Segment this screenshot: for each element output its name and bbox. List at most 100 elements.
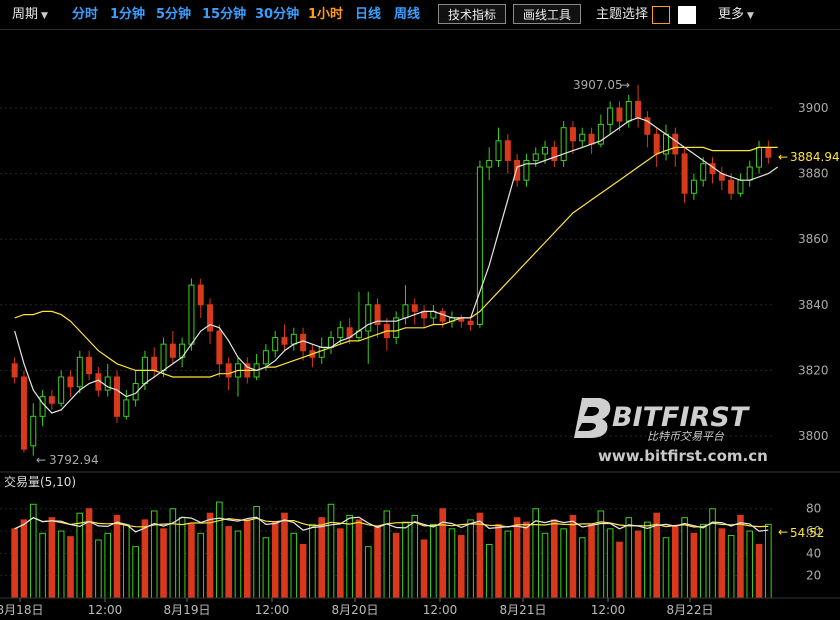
volume-bar-down — [281, 512, 288, 599]
timeframe-weekly[interactable]: 周线 — [394, 7, 420, 23]
chart-toolbar: 周期 ▼ 分时 1分钟 5分钟 15分钟 30分钟 1小时 日线 周线 技术指标 … — [0, 0, 840, 30]
chevron-down-icon: ▼ — [41, 11, 48, 21]
time-tick-label: 8月19日 — [164, 603, 211, 617]
volume-bar-down — [523, 521, 530, 599]
candle-up — [495, 140, 502, 161]
candle-down — [216, 330, 223, 365]
price-tick-label: 3900 — [798, 101, 829, 115]
volume-bar-down — [48, 517, 56, 599]
volume-bar-down — [671, 526, 679, 599]
volume-bar-up — [662, 537, 670, 599]
volume-bar-down — [737, 514, 744, 599]
candle-up — [542, 146, 549, 155]
candle-down — [67, 376, 74, 388]
candle-down — [672, 133, 679, 155]
timeframe-daily[interactable]: 日线 — [355, 7, 381, 23]
candle-down — [653, 133, 660, 155]
volume-bar-down — [616, 541, 623, 599]
volume-bar-down — [551, 519, 558, 599]
volume-bar-up — [234, 530, 242, 599]
volume-axis: 20406080 — [806, 502, 821, 583]
theme-label: 主题选择 — [596, 7, 649, 22]
candlestick-series — [11, 85, 772, 456]
high-annotation: 3907.05 — [573, 78, 623, 92]
volume-bar-down — [634, 530, 642, 599]
time-axis: 8月18日 12:00 8月19日 12:00 8月20日 12:00 8月21日 12:00… — [0, 598, 713, 617]
volume-bar-up — [504, 530, 512, 599]
last-price-label: 3884.94 — [790, 150, 840, 164]
candle-up — [476, 166, 483, 325]
volume-tick-label: 20 — [806, 569, 821, 583]
candle-up — [625, 100, 632, 122]
price-chart[interactable]: BITFIRST 比特币交易平台 www.bitfirst.com.cn 380… — [0, 30, 840, 620]
candle-down — [197, 284, 204, 306]
candle-down — [514, 159, 521, 181]
volume-bar-down — [337, 528, 344, 599]
candle-down — [728, 179, 735, 194]
drawing-tools-button[interactable]: 画线工具 — [513, 4, 581, 24]
watermark-brand: BITFIRST — [612, 402, 751, 433]
more-menu[interactable]: 更多 ▼ — [718, 7, 754, 24]
price-tick-label: 3820 — [798, 363, 829, 377]
price-tick-label: 3840 — [798, 298, 829, 312]
volume-bar-up — [411, 514, 419, 599]
volume-bar-up — [681, 517, 688, 599]
volume-bar-up — [625, 517, 633, 599]
volume-bar-up — [39, 532, 46, 599]
time-tick-label: 8月20日 — [332, 603, 379, 617]
volume-bar-up — [178, 517, 186, 599]
timeframe-1hour[interactable]: 1小时 — [308, 7, 343, 23]
candle-down — [169, 343, 176, 358]
volume-bar-down — [588, 523, 595, 599]
volume-bar-down — [718, 528, 726, 599]
volume-bar-down — [243, 519, 251, 599]
candle-down — [551, 146, 558, 161]
indicator-button[interactable]: 技术指标 — [438, 4, 506, 24]
volume-last-arrow-icon: ← — [778, 525, 788, 539]
volume-bar-down — [420, 539, 428, 599]
volume-bar-down — [225, 526, 232, 599]
candle-up — [560, 127, 567, 161]
time-tick-label: 12:00 — [255, 603, 290, 617]
candle-up — [365, 304, 372, 332]
timeframe-tick[interactable]: 分时 — [72, 7, 98, 23]
candle-up — [58, 376, 65, 404]
high-arrow-icon: → — [620, 78, 630, 92]
theme-light-swatch[interactable] — [678, 6, 696, 24]
volume-tick-label: 80 — [806, 502, 821, 516]
theme-dark-swatch[interactable] — [652, 6, 670, 24]
volume-bar-down — [299, 543, 307, 599]
last-price-arrow-icon: ← — [778, 150, 788, 164]
candle-down — [635, 100, 642, 119]
volume-bar-up — [253, 506, 260, 599]
candle-up — [76, 356, 83, 388]
candle-down — [300, 333, 307, 352]
volume-bar-up — [606, 528, 614, 599]
volume-bar-up — [104, 532, 112, 599]
time-tick-label: 8月22日 — [667, 603, 714, 617]
time-tick-label: 12:00 — [88, 603, 123, 617]
volume-bar-up — [541, 532, 549, 599]
volume-bar-up — [765, 523, 772, 599]
time-tick-label: 8月18日 — [0, 603, 43, 617]
volume-bar-up — [197, 532, 205, 599]
volume-bar-up — [346, 514, 353, 599]
volume-bar-down — [141, 519, 149, 599]
candle-down — [467, 320, 474, 325]
candle-up — [402, 304, 409, 319]
watermark-url: www.bitfirst.com.cn — [598, 447, 768, 465]
watermark-logo-icon — [574, 398, 611, 438]
timeframe-5min[interactable]: 5分钟 — [156, 7, 191, 23]
candle-down — [48, 396, 55, 404]
volume-bar-down — [20, 519, 28, 599]
candle-down — [411, 304, 418, 312]
period-selector[interactable]: 周期 ▼ — [12, 7, 48, 24]
candle-up — [700, 163, 707, 181]
timeframe-30min[interactable]: 30分钟 — [255, 7, 299, 23]
volume-bar-down — [392, 532, 400, 599]
volume-bar-up — [327, 503, 335, 599]
timeframe-1min[interactable]: 1分钟 — [110, 7, 145, 23]
timeframe-15min[interactable]: 15分钟 — [202, 7, 246, 23]
volume-bar-down — [188, 523, 195, 599]
volume-bar-down — [271, 521, 279, 599]
